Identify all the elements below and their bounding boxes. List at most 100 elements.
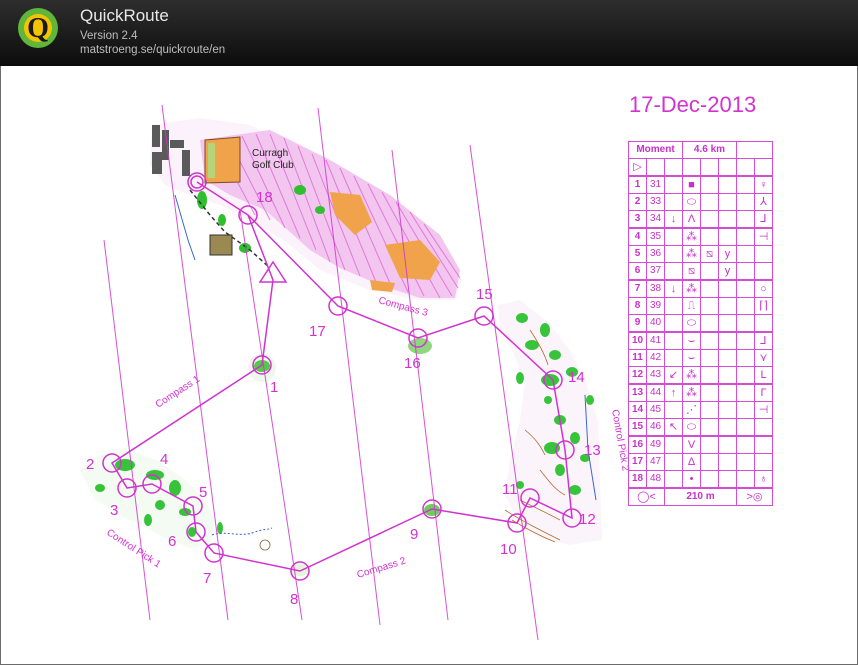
control-code: 47 bbox=[646, 453, 665, 471]
description-row: 3 34 ↓ Λ ⅃ bbox=[628, 210, 773, 229]
control-sequence: 1 bbox=[628, 175, 647, 194]
description-symbol bbox=[700, 193, 719, 211]
description-symbol bbox=[700, 227, 719, 246]
description-symbol bbox=[718, 435, 737, 454]
control-code: 37 bbox=[646, 262, 665, 281]
description-symbol bbox=[664, 262, 683, 281]
control-code: 39 bbox=[646, 297, 665, 315]
description-row: 13 44 ↑ ⁂ Γ bbox=[628, 383, 773, 402]
description-symbol bbox=[700, 331, 719, 350]
description-symbol bbox=[700, 279, 719, 298]
event-name: Moment bbox=[628, 141, 683, 159]
description-symbol bbox=[700, 210, 719, 229]
control-sequence: 7 bbox=[628, 279, 647, 298]
label-compass-1: Compass 1 bbox=[154, 374, 203, 411]
control-number-8: 8 bbox=[290, 591, 298, 608]
control-code: 43 bbox=[646, 366, 665, 385]
description-row: 9 40 ⬭ bbox=[628, 314, 773, 333]
control-number-10: 10 bbox=[500, 541, 517, 558]
description-symbol bbox=[664, 470, 683, 489]
description-row: 6 37 ⧅ y bbox=[628, 262, 773, 281]
start-symbol-icon: ▷ bbox=[628, 158, 647, 177]
control-code: 44 bbox=[646, 383, 665, 402]
control-sequence: 9 bbox=[628, 314, 647, 333]
control-number-6: 6 bbox=[168, 533, 176, 550]
description-symbol: ○ bbox=[754, 279, 773, 298]
svg-text:Curragh: Curragh bbox=[252, 148, 288, 159]
description-symbol bbox=[718, 349, 737, 367]
control-code: 42 bbox=[646, 349, 665, 367]
control-code: 48 bbox=[646, 470, 665, 489]
description-symbol bbox=[700, 453, 719, 471]
description-symbol: ↖ bbox=[664, 418, 683, 437]
description-symbol: Λ bbox=[682, 210, 701, 229]
control-code: 34 bbox=[646, 210, 665, 229]
description-symbol: ⊣ bbox=[754, 401, 773, 419]
description-symbol: V bbox=[682, 435, 701, 454]
description-symbol bbox=[700, 470, 719, 489]
control-sequence: 3 bbox=[628, 210, 647, 229]
description-symbol bbox=[664, 314, 683, 333]
description-symbol bbox=[700, 314, 719, 333]
control-sequence: 13 bbox=[628, 383, 647, 402]
control-description-sheet: Moment 4.6 km ▷ 1 31 ■ ♀ 2 33 ⬭ ⅄ 3 34 ↓ Λ ⅃ 4 35 ⁂ ⊣ 5 36… bbox=[628, 141, 773, 506]
description-symbol: ⌈⌉ bbox=[754, 297, 773, 315]
control-number-17: 17 bbox=[309, 323, 326, 340]
description-symbol bbox=[718, 314, 737, 333]
description-symbol: ⧅ bbox=[682, 262, 701, 281]
control-number-2: 2 bbox=[86, 456, 94, 473]
description-symbol bbox=[754, 262, 773, 281]
description-blank bbox=[736, 366, 755, 385]
description-symbol: ⧅ bbox=[700, 245, 719, 263]
description-symbol: • bbox=[682, 470, 701, 489]
description-blank bbox=[736, 297, 755, 315]
description-symbol: ⁂ bbox=[682, 383, 701, 402]
description-symbol bbox=[718, 279, 737, 298]
description-symbol bbox=[718, 453, 737, 471]
control-number-3: 3 bbox=[110, 502, 118, 519]
control-number-11: 11 bbox=[502, 481, 518, 498]
label-control-pick-1: Control Pick 1 bbox=[104, 527, 163, 570]
label-compass-2: Compass 2 bbox=[356, 555, 408, 580]
description-row: 10 41 ⌣ ⅃ bbox=[628, 331, 773, 350]
control-sequence: 6 bbox=[628, 262, 647, 281]
club-label: Curragh Golf Club bbox=[252, 148, 294, 171]
description-symbol bbox=[700, 418, 719, 437]
description-symbol: ⌣ bbox=[682, 349, 701, 367]
control-number-7: 7 bbox=[203, 570, 211, 587]
description-symbol bbox=[664, 435, 683, 454]
description-symbol bbox=[718, 331, 737, 350]
description-blank bbox=[736, 314, 755, 333]
description-symbol bbox=[664, 401, 683, 419]
description-symbol bbox=[718, 401, 737, 419]
description-symbol bbox=[700, 262, 719, 281]
description-symbol: ↙ bbox=[664, 366, 683, 385]
control-sequence: 11 bbox=[628, 349, 647, 367]
finish-distance: 210 m bbox=[664, 487, 737, 506]
svg-text:Golf Club: Golf Club bbox=[252, 160, 294, 171]
description-blank bbox=[736, 245, 755, 263]
description-symbol: L bbox=[754, 366, 773, 385]
description-blank bbox=[736, 383, 755, 402]
description-blank bbox=[736, 279, 755, 298]
description-blank bbox=[736, 435, 755, 454]
description-row: 11 42 ⌣ ⋎ bbox=[628, 349, 773, 367]
description-symbol bbox=[754, 435, 773, 454]
control-sequence: 16 bbox=[628, 435, 647, 454]
control-code: 46 bbox=[646, 418, 665, 437]
description-symbol: ⎍ bbox=[682, 297, 701, 315]
description-symbol bbox=[664, 349, 683, 367]
control-number-1: 1 bbox=[270, 379, 278, 396]
description-symbol: ⁂ bbox=[682, 279, 701, 298]
description-symbol bbox=[754, 453, 773, 471]
description-row: 8 39 ⎍ ⌈⌉ bbox=[628, 297, 773, 315]
description-symbol: ⁂ bbox=[682, 245, 701, 263]
control-number-16: 16 bbox=[404, 355, 421, 372]
control-sequence: 8 bbox=[628, 297, 647, 315]
description-row: 1 31 ■ ♀ bbox=[628, 175, 773, 194]
control-code: 31 bbox=[646, 175, 665, 194]
description-row: 16 49 V bbox=[628, 435, 773, 454]
control-code: 38 bbox=[646, 279, 665, 298]
description-symbol bbox=[664, 175, 683, 194]
description-symbol: ■ bbox=[682, 175, 701, 194]
